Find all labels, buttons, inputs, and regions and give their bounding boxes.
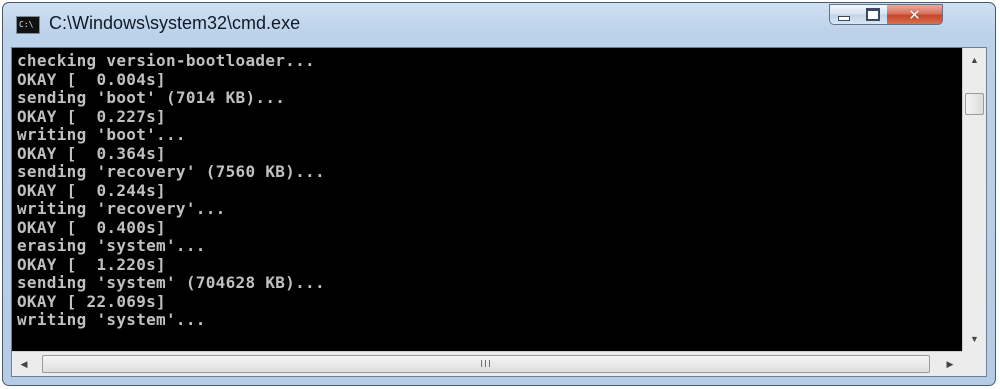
console-line: OKAY [ 0.244s] (17, 180, 166, 200)
scroll-left-button[interactable]: ◀ (14, 354, 34, 374)
console-text: checking version-bootloader... OKAY [ 0.0… (12, 48, 962, 330)
console-line: sending 'system' (704628 KB)... (17, 273, 325, 292)
scroll-right-button[interactable]: ▶ (940, 354, 960, 374)
scroll-up-button[interactable]: ▲ (964, 50, 985, 70)
maximize-button[interactable] (858, 4, 888, 25)
horizontal-scrollbar[interactable]: ◀ III ▶ (12, 351, 962, 376)
console-line: OKAY [ 22.069s] (17, 291, 166, 311)
cmd-window: C:\ C:\Windows\system32\cmd.exe ✕ checki… (2, 2, 996, 386)
cmd-app-icon[interactable]: C:\ (16, 16, 40, 34)
console-client-area: checking version-bootloader... OKAY [ 0.0… (11, 47, 987, 377)
horizontal-scroll-thumb[interactable]: III (42, 355, 930, 373)
minimize-icon (838, 16, 850, 21)
console-line: sending 'recovery' (7560 KB)... (17, 162, 325, 181)
vertical-scrollbar[interactable]: ▲ ▼ (962, 48, 986, 351)
close-icon: ✕ (908, 5, 921, 24)
console-line: writing 'system'... (17, 310, 206, 329)
scrollbar-corner (962, 351, 986, 376)
console-line: OKAY [ 0.364s] (17, 143, 166, 163)
title-bar[interactable]: C:\ C:\Windows\system32\cmd.exe ✕ (3, 3, 995, 47)
console-line: OKAY [ 0.227s] (17, 106, 166, 126)
console-line: checking version-bootloader... (17, 51, 315, 70)
arrow-down-icon: ▼ (970, 334, 979, 344)
console-line: OKAY [ 0.004s] (17, 69, 166, 89)
console-line: sending 'boot' (7014 KB)... (17, 88, 286, 107)
arrow-up-icon: ▲ (970, 55, 979, 65)
close-button[interactable]: ✕ (887, 4, 943, 25)
arrow-right-icon: ▶ (946, 358, 954, 369)
console-line: writing 'recovery'... (17, 199, 226, 218)
console-line: writing 'boot'... (17, 125, 186, 144)
arrow-left-icon: ◀ (20, 358, 28, 369)
grip-icon: III (480, 358, 492, 370)
console-line: OKAY [ 0.400s] (17, 217, 166, 237)
console-line: erasing 'system'... (17, 236, 206, 255)
vertical-scroll-thumb[interactable] (965, 93, 984, 115)
window-title: C:\Windows\system32\cmd.exe (49, 13, 301, 33)
console-output[interactable]: checking version-bootloader... OKAY [ 0.0… (12, 48, 962, 351)
minimize-button[interactable] (829, 4, 859, 25)
maximize-icon (865, 8, 880, 21)
scroll-down-button[interactable]: ▼ (964, 329, 985, 349)
console-line: OKAY [ 1.220s] (17, 254, 166, 274)
